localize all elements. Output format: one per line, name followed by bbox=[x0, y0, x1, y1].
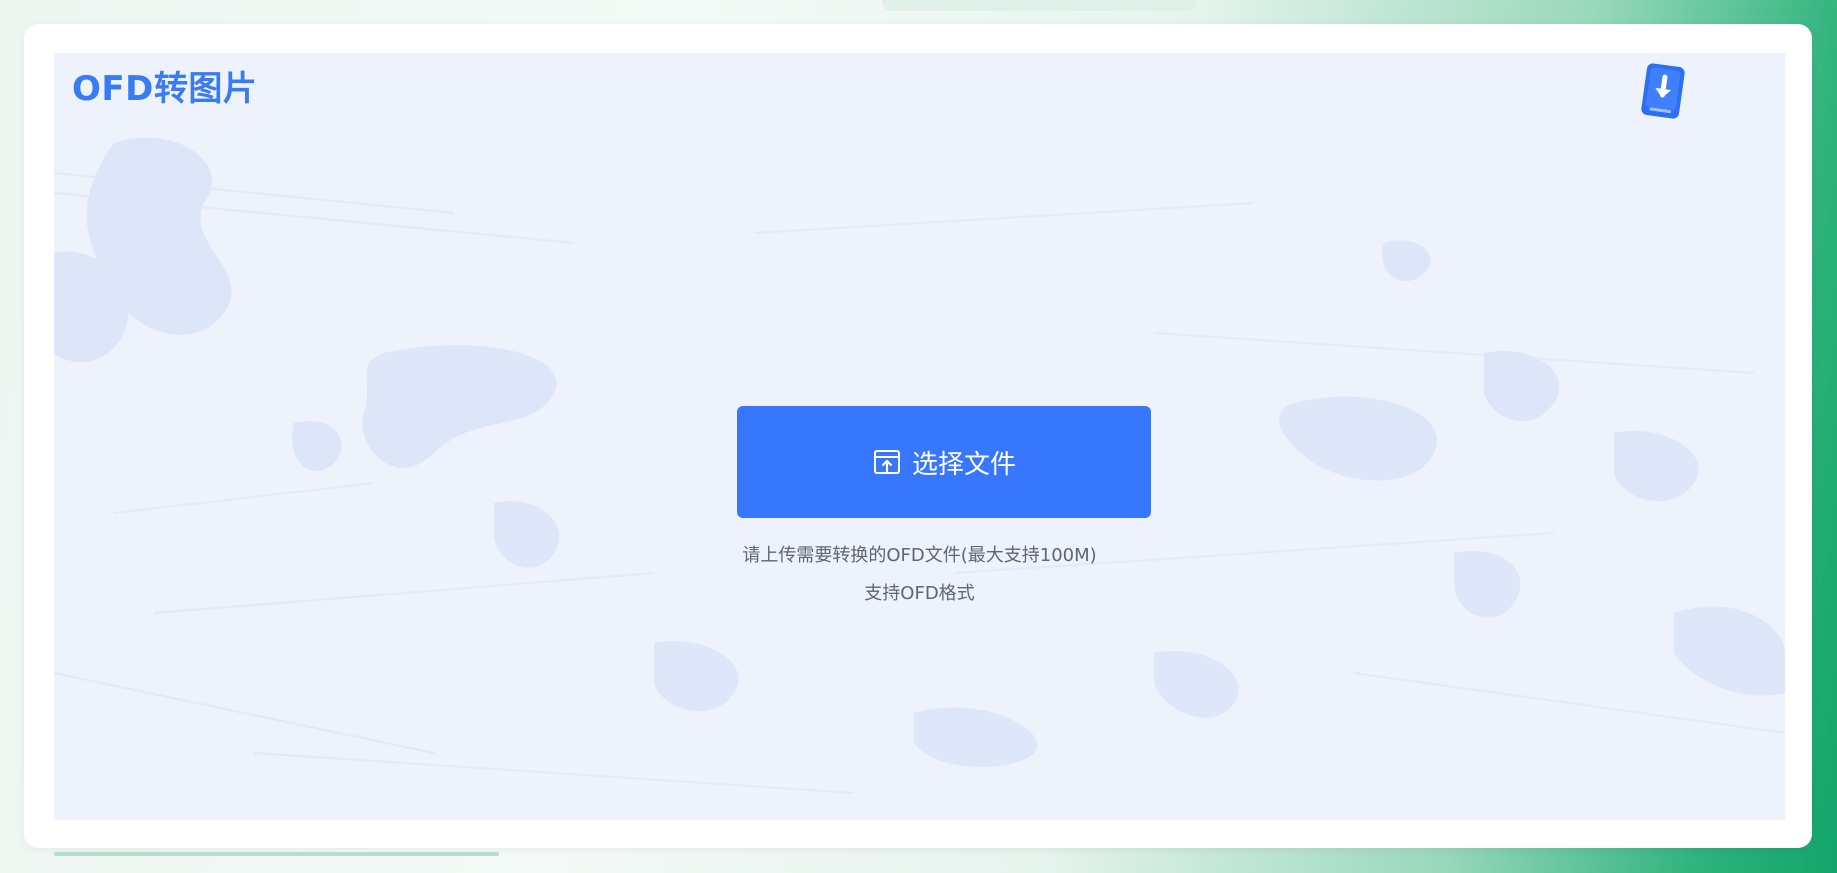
select-file-label: 选择文件 bbox=[911, 449, 1016, 480]
upload-hint: 请上传需要转换的OFD文件(最大支持100M) bbox=[742, 545, 1097, 566]
bottom-divider bbox=[54, 852, 499, 856]
main-card: OFD转图片 选择文件 请上传需要转换的OFD文件(最大支持100M) 支持OF… bbox=[24, 24, 1812, 848]
top-tab-decoration bbox=[882, 0, 1196, 11]
folder-upload-icon bbox=[873, 450, 900, 474]
upload-panel: OFD转图片 选择文件 请上传需要转换的OFD文件(最大支持100M) 支持OF… bbox=[54, 53, 1785, 820]
format-hint: 支持OFD格式 bbox=[864, 583, 975, 604]
download-icon[interactable] bbox=[1638, 61, 1688, 121]
page-title: OFD转图片 bbox=[72, 69, 258, 109]
select-file-button[interactable]: 选择文件 bbox=[737, 406, 1151, 518]
